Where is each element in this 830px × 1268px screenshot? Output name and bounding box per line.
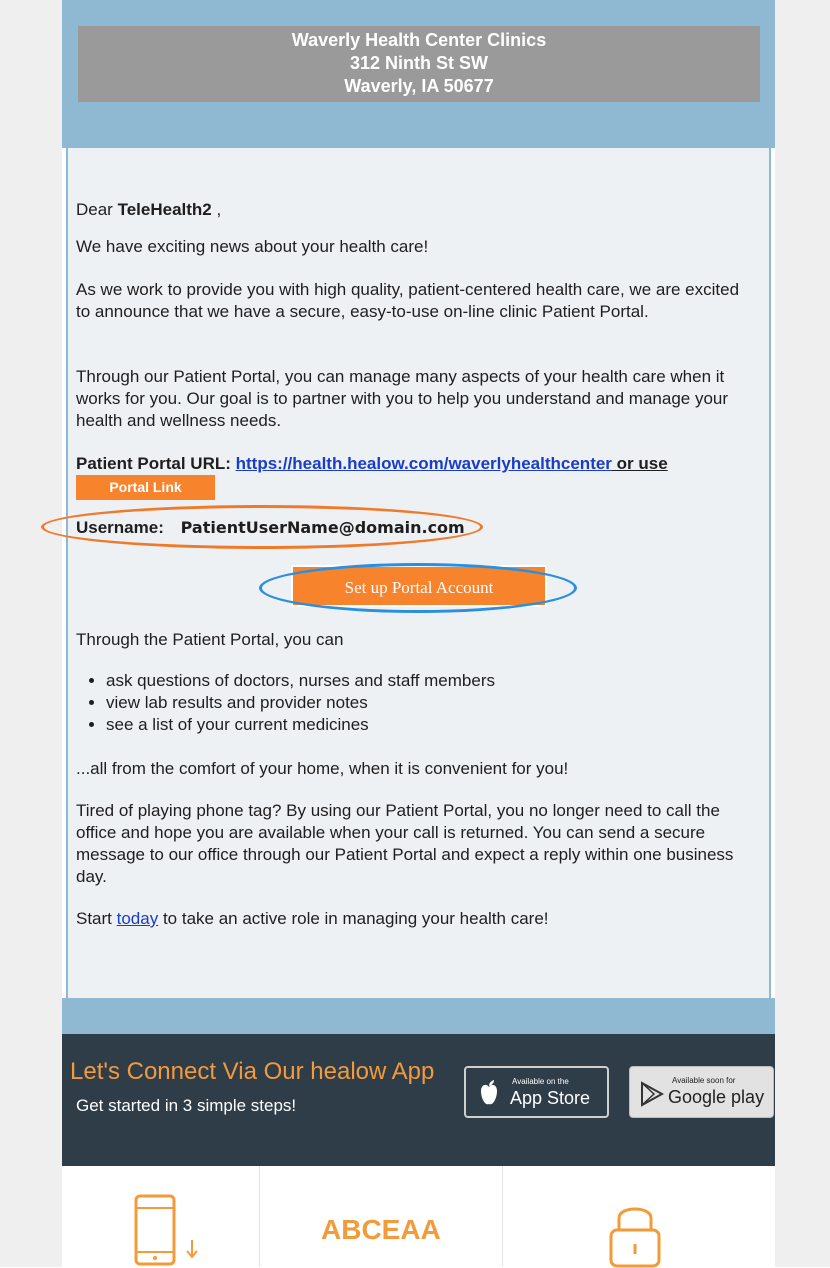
portal-url-line: Patient Portal URL: https://health.healo… [76, 454, 668, 473]
list-item: see a list of your current medicines [106, 714, 495, 736]
app-store-label: App Store [510, 1088, 591, 1108]
list-item: ask questions of doctors, nurses and sta… [106, 670, 495, 692]
letter-body: Dear TeleHealth2 , We have exciting news… [41, 148, 771, 998]
header-band: Waverly Health Center Clinics 312 Ninth … [62, 0, 775, 148]
google-play-label: Google play [668, 1087, 765, 1107]
portal-url-link[interactable]: https://health.healow.com/waverlyhealthc… [236, 454, 612, 473]
list-item: view lab results and provider notes [106, 692, 495, 714]
footer-blue-band [62, 998, 775, 1034]
left-margin [0, 0, 62, 1267]
clinic-header: Waverly Health Center Clinics 312 Ninth … [78, 26, 760, 102]
paragraph-announce: As we work to provide you with high qual… [76, 280, 740, 321]
paragraph-you-can: Through the Patient Portal, you can [76, 630, 344, 649]
steps-row: ABCEAA [62, 1166, 775, 1268]
paragraph-start: Start today to take an active role in ma… [76, 909, 549, 928]
paragraph-comfort: ...all from the comfort of your home, wh… [76, 759, 569, 778]
paragraph-phone-tag: Tired of playing phone tag? By using our… [76, 801, 734, 886]
signup-code: ABCEAA [321, 1214, 441, 1245]
lock-icon [609, 1207, 661, 1268]
email-frame: Waverly Health Center Clinics 312 Ninth … [41, 0, 775, 1268]
clinic-street: 312 Ninth St SW [349, 53, 488, 73]
paragraph-news: We have exciting news about your health … [76, 237, 429, 256]
greeting: Dear TeleHealth2 , [76, 200, 222, 219]
features-list: ask questions of doctors, nurses and sta… [78, 670, 495, 736]
google-play-small-text: Available soon for [672, 1076, 736, 1085]
username-row: Username: PatientUserName@domain.com [76, 518, 465, 538]
right-margin [775, 0, 830, 1267]
patient-name: TeleHealth2 [117, 200, 212, 219]
app-store-button[interactable]: Available on the App Store [464, 1066, 609, 1118]
app-store-small-text: Available on the [512, 1077, 569, 1086]
apple-icon [481, 1080, 497, 1105]
steps-divider [259, 1166, 260, 1267]
portal-link-button[interactable]: Portal Link [76, 475, 215, 500]
steps-divider [502, 1166, 503, 1267]
username-label: Username: [76, 518, 164, 537]
setup-highlight-oval [259, 563, 577, 613]
play-icon [641, 1081, 664, 1107]
app-promo-subtitle: Get started in 3 simple steps! [76, 1096, 297, 1115]
google-play-button[interactable]: Available soon for Google play [629, 1066, 774, 1118]
clinic-city: Waverly, IA 50677 [344, 76, 494, 96]
paragraph-manage: Through our Patient Portal, you can mana… [76, 367, 729, 430]
today-link[interactable]: today [117, 909, 159, 928]
username-value: PatientUserName@domain.com [180, 518, 465, 537]
phone-download-icon [134, 1194, 198, 1266]
app-promo-band: Let's Connect Via Our healow App Get sta… [62, 1034, 775, 1166]
clinic-name: Waverly Health Center Clinics [291, 30, 547, 50]
app-promo-title: Let's Connect Via Our healow App [70, 1058, 435, 1085]
